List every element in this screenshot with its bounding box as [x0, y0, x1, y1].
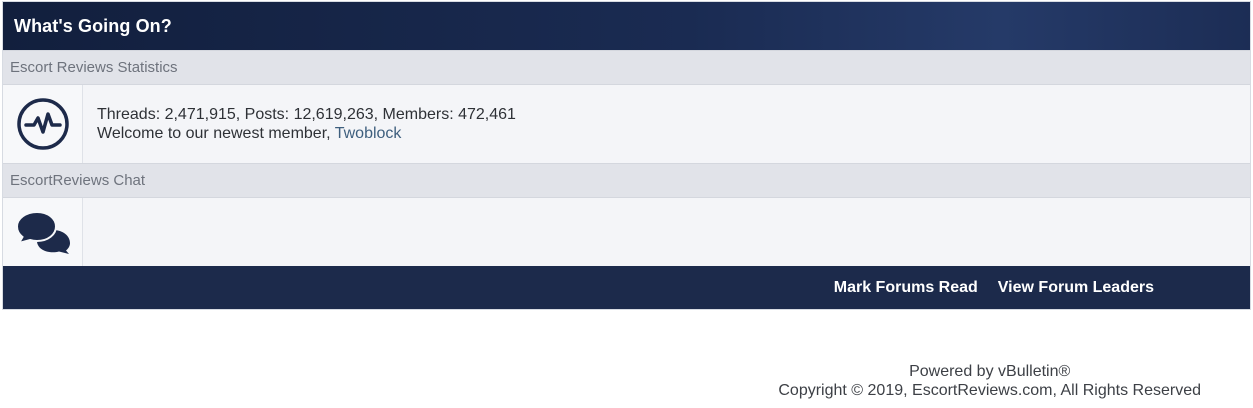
- welcome-line: Welcome to our newest member, Twoblock: [97, 124, 1250, 143]
- stats-section-title: Escort Reviews Statistics: [10, 59, 178, 76]
- stats-body: Threads: 2,471,915, Posts: 12,619,263, M…: [83, 85, 1250, 163]
- chat-section-title: EscortReviews Chat: [10, 172, 146, 189]
- stats-section-heading: Escort Reviews Statistics: [3, 50, 1250, 85]
- copyright-text: Copyright © 2019, EscortReviews.com, All…: [778, 382, 1201, 399]
- mark-forums-read-link[interactable]: Mark Forums Read: [834, 279, 978, 297]
- chat-bubbles-icon: [3, 198, 83, 266]
- whats-going-on-panel: What's Going On? Escort Reviews Statisti…: [2, 1, 1251, 310]
- chat-row: [3, 198, 1250, 266]
- forum-stats-text: Threads: 2,471,915, Posts: 12,619,263, M…: [97, 106, 516, 123]
- activity-pulse-icon: [3, 85, 83, 163]
- chat-section-heading: EscortReviews Chat: [3, 163, 1250, 198]
- chat-body: [83, 198, 1250, 266]
- credits-block: Powered by vBulletin® Copyright © 2019, …: [778, 362, 1201, 400]
- panel-title: What's Going On?: [14, 15, 172, 36]
- forum-footer-bar: Mark Forums Read View Forum Leaders: [3, 266, 1250, 309]
- panel-header: What's Going On?: [3, 2, 1250, 50]
- view-forum-leaders-link[interactable]: View Forum Leaders: [998, 279, 1154, 297]
- newest-member-link[interactable]: Twoblock: [335, 125, 402, 142]
- powered-by-text: Powered by vBulletin®: [909, 363, 1071, 380]
- stats-row: Threads: 2,471,915, Posts: 12,619,263, M…: [3, 85, 1250, 163]
- welcome-prefix: Welcome to our newest member,: [97, 125, 335, 142]
